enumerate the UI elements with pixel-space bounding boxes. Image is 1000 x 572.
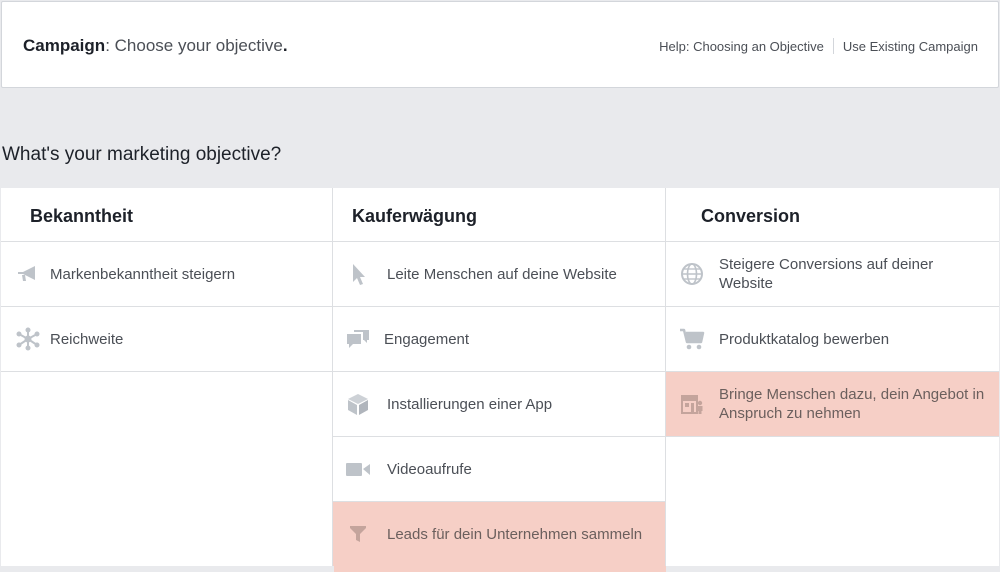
reach-icon bbox=[15, 327, 41, 351]
cart-icon bbox=[679, 327, 705, 351]
objective-video-views[interactable]: Videoaufrufe bbox=[333, 437, 665, 502]
objective-product-catalog[interactable]: Produktkatalog bewerben bbox=[666, 307, 999, 372]
title-subtitle: : Choose your objective bbox=[105, 36, 283, 55]
bottom-edge bbox=[0, 566, 1000, 572]
link-divider bbox=[832, 38, 834, 54]
column-heading-conversion: Conversion bbox=[666, 188, 999, 242]
header-links: Help: Choosing an Objective Use Existing… bbox=[659, 38, 978, 54]
objective-label: Produktkatalog bewerben bbox=[719, 330, 890, 348]
marketing-objective-question: What's your marketing objective? bbox=[2, 144, 282, 165]
objective-label: Leite Menschen auf deine Website bbox=[387, 265, 617, 283]
objective-lead-generation[interactable]: Leads für dein Unternehmen sammeln bbox=[333, 502, 665, 567]
column-consideration: Kauferwägung Leite Menschen auf deine We… bbox=[333, 188, 666, 572]
campaign-header: Campaign: Choose your objective. Help: C… bbox=[1, 1, 999, 88]
use-existing-campaign-link[interactable]: Use Existing Campaign bbox=[843, 39, 978, 54]
funnel-icon bbox=[345, 522, 371, 546]
objective-label: Markenbekanntheit steigern bbox=[50, 265, 236, 283]
globe-icon bbox=[679, 262, 705, 286]
title-campaign: Campaign bbox=[23, 36, 106, 55]
cursor-icon bbox=[345, 262, 371, 286]
chat-bubbles-icon bbox=[345, 327, 371, 351]
objective-label: Engagement bbox=[384, 330, 470, 348]
help-choosing-objective-link[interactable]: Help: Choosing an Objective bbox=[659, 39, 824, 54]
store-visit-icon bbox=[679, 392, 705, 416]
objective-label: Installierungen einer App bbox=[387, 395, 553, 413]
objective-app-installs[interactable]: Installierungen einer App bbox=[333, 372, 665, 437]
column-awareness: Bekanntheit Markenbekanntheit steigern R… bbox=[1, 188, 333, 572]
video-camera-icon bbox=[345, 457, 371, 481]
objective-label: Bringe Menschen dazu, dein Angebot in An… bbox=[719, 386, 985, 422]
objective-label: Steigere Conversions auf deiner Website bbox=[719, 256, 934, 292]
column-heading-awareness: Bekanntheit bbox=[1, 188, 332, 242]
objective-reach[interactable]: Reichweite bbox=[1, 307, 332, 372]
objective-brand-awareness[interactable]: Markenbekanntheit steigern bbox=[1, 242, 332, 307]
cube-icon bbox=[345, 392, 371, 416]
objective-label: Leads für dein Unternehmen sammeln bbox=[387, 525, 643, 543]
page-title: Campaign: Choose your objective. bbox=[23, 36, 288, 56]
column-heading-consideration: Kauferwägung bbox=[333, 188, 665, 242]
title-period: . bbox=[282, 36, 288, 55]
objective-conversions[interactable]: Steigere Conversions auf deiner Website bbox=[666, 242, 999, 307]
selected-item-overflow bbox=[334, 566, 666, 572]
megaphone-icon bbox=[15, 262, 41, 286]
objective-label: Videoaufrufe bbox=[387, 460, 472, 478]
column-conversion: Conversion Steigere Conversions auf dein… bbox=[666, 188, 999, 572]
objective-engagement[interactable]: Engagement bbox=[333, 307, 665, 372]
objective-traffic[interactable]: Leite Menschen auf deine Website bbox=[333, 242, 665, 307]
objective-label: Reichweite bbox=[50, 330, 124, 348]
objective-store-visits[interactable]: Bringe Menschen dazu, dein Angebot in An… bbox=[666, 372, 999, 437]
objective-grid: Bekanntheit Markenbekanntheit steigern R… bbox=[1, 188, 999, 572]
